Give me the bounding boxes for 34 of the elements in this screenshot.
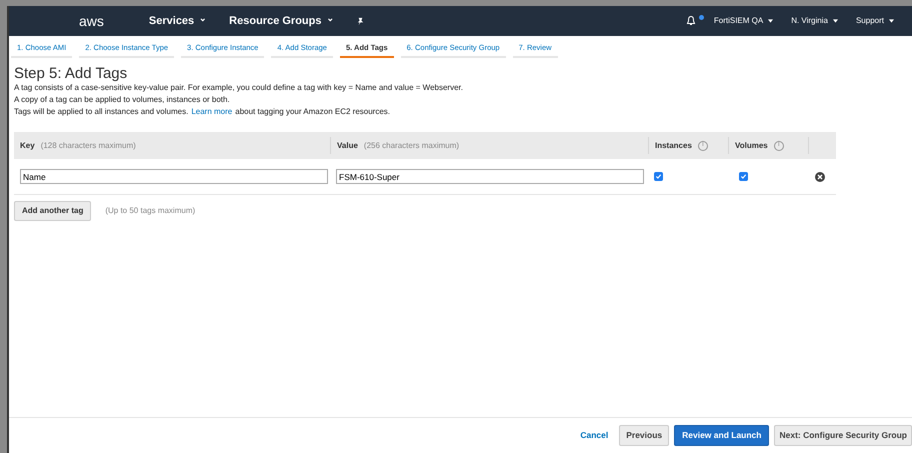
caret-icon: [832, 19, 838, 23]
column-header: Volumes: [735, 140, 768, 152]
key-input-field[interactable]: Name: [20, 169, 328, 184]
menu-button[interactable]: FortiSIEM QA: [714, 15, 774, 27]
cancel-link[interactable]: Cancel: [580, 429, 608, 442]
column-header: Instances: [655, 140, 692, 152]
next-button[interactable]: Next: Configure Security Group: [774, 425, 912, 446]
logo[interactable]: aws: [79, 10, 104, 32]
caret-icon: [889, 19, 894, 23]
menu-button[interactable]: Services ⌄: [148, 12, 208, 30]
menu-button[interactable]: Support: [856, 15, 894, 27]
menu-button[interactable]: Resource Groups ⌄: [229, 12, 334, 30]
checkbox[interactable]: [654, 172, 663, 181]
caret-icon: [768, 19, 774, 23]
checkbox[interactable]: [739, 172, 748, 181]
remove-icon[interactable]: [815, 172, 825, 182]
note-text: Tags will be applied to all instances and volumes.: [14, 106, 188, 118]
column-header: Value: [337, 140, 358, 152]
column-header: Key: [20, 140, 35, 152]
column-hint: (128 characters maximum): [40, 140, 136, 152]
value-input-field[interactable]: FSM-610-Super: [336, 169, 644, 184]
column-hint: (256 characters maximum): [364, 140, 460, 152]
review-and-launch-button[interactable]: Review and Launch: [674, 425, 770, 446]
description-text: A tag consists of a case-sensitive key-value pair. For example, you could define a tag with key = Name and value = Webserver.: [14, 82, 464, 94]
pin-icon[interactable]: [356, 16, 366, 26]
add-tag-button[interactable]: Add another tag: [14, 201, 92, 221]
menu-button[interactable]: N. Virginia: [791, 15, 838, 27]
bell-icon[interactable]: [686, 15, 696, 27]
previous-button[interactable]: Previous: [619, 425, 670, 446]
description-text: A copy of a tag can be applied to volumes, instances or both.: [14, 94, 231, 106]
learn-more-link[interactable]: Learn more: [191, 106, 232, 118]
page-heading: Step 5: Add Tags: [14, 66, 128, 82]
note-text: about tagging your Amazon EC2 resources.: [235, 106, 390, 118]
limit-hint: (Up to 50 tags maximum): [105, 205, 196, 217]
